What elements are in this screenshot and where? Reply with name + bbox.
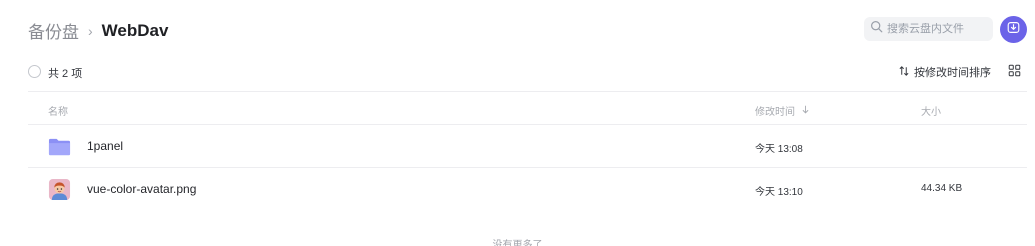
sort-arrows-icon bbox=[898, 65, 914, 80]
table-row[interactable]: 1panel 今天 13:08 bbox=[28, 125, 1027, 168]
download-button[interactable] bbox=[1000, 16, 1027, 43]
breadcrumb: 备份盘 › WebDav bbox=[28, 18, 168, 43]
top-bar: 备份盘 › WebDav bbox=[0, 0, 1035, 58]
folder-icon bbox=[48, 135, 71, 158]
file-table: 名称 修改时间 大小 1panel 今天 13:08 vue-color-ava… bbox=[28, 91, 1027, 211]
search-input[interactable] bbox=[887, 23, 987, 35]
list-toolbar: 共 2 项 按修改时间排序 bbox=[0, 58, 1035, 86]
table-header: 名称 修改时间 大小 bbox=[28, 91, 1027, 125]
breadcrumb-separator: › bbox=[88, 22, 93, 39]
breadcrumb-current: WebDav bbox=[101, 20, 169, 40]
download-icon bbox=[1007, 21, 1020, 39]
sort-label: 按修改时间排序 bbox=[914, 67, 991, 79]
no-more-text: 没有更多了 bbox=[492, 240, 543, 246]
item-count: 共 2 项 bbox=[48, 68, 83, 80]
grid-view-icon[interactable] bbox=[1008, 64, 1021, 77]
search-icon bbox=[870, 20, 883, 38]
column-header-mtime-label: 修改时间 bbox=[755, 107, 795, 118]
column-header-name[interactable]: 名称 bbox=[48, 103, 68, 118]
file-name[interactable]: 1panel bbox=[87, 139, 123, 153]
file-mtime: 今天 13:10 bbox=[755, 187, 803, 198]
breadcrumb-root[interactable]: 备份盘 bbox=[28, 18, 79, 43]
image-file-icon bbox=[48, 178, 71, 201]
sort-button[interactable]: 按修改时间排序 bbox=[898, 64, 991, 80]
table-row[interactable]: vue-color-avatar.png 今天 13:10 44.34 KB bbox=[28, 168, 1027, 211]
column-header-size[interactable]: 大小 bbox=[921, 103, 941, 118]
column-header-mtime[interactable]: 修改时间 bbox=[755, 103, 810, 118]
search-box[interactable] bbox=[864, 17, 993, 41]
file-mtime: 今天 13:08 bbox=[755, 144, 803, 155]
file-size: 44.34 KB bbox=[921, 183, 963, 194]
file-name[interactable]: vue-color-avatar.png bbox=[87, 182, 196, 196]
select-all-checkbox[interactable] bbox=[28, 65, 41, 78]
arrow-down-icon bbox=[795, 105, 810, 117]
